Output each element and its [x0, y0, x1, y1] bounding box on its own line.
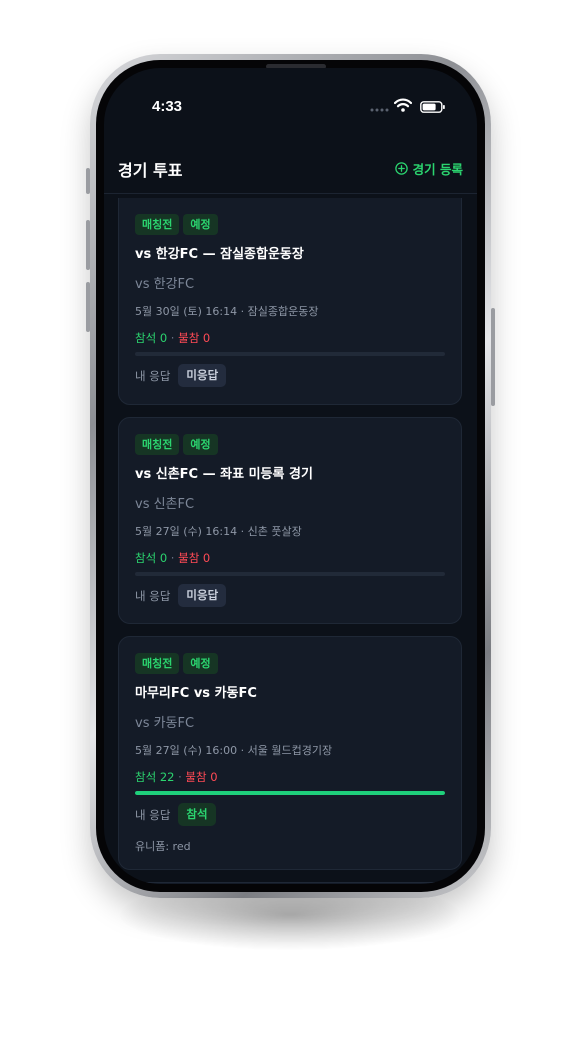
match-card[interactable]: 매칭전 예정 vs 신촌FC — 좌표 미등록 경기 vs 신촌FC 5월 27…: [118, 417, 462, 624]
app-screen: 4:33 경기 투표 경기 등록 매칭전 예정 vs 한강FC — 잠실종합운동…: [104, 68, 477, 884]
status-bar: 4:33: [104, 68, 477, 138]
attendance-progress: [135, 572, 445, 576]
attendance-progress: [135, 352, 445, 356]
vote-counts: 참석 0 · 불참 0: [135, 331, 211, 345]
cellular-signal-icon: [370, 108, 389, 112]
match-type-badge: 매칭전: [135, 214, 180, 235]
badge-row: 매칭전 예정: [135, 653, 445, 674]
absent-count: 불참 0: [185, 770, 218, 784]
volume-up-button: [86, 220, 90, 270]
battery-icon: [420, 101, 445, 113]
app-header: 경기 투표 경기 등록: [104, 138, 477, 194]
attend-count: 참석 0: [135, 551, 168, 565]
match-title: 마무리FC vs 카동FC: [135, 686, 257, 701]
match-opponent: vs 한강FC: [135, 277, 195, 292]
match-title: vs 한강FC — 잠실종합운동장: [135, 247, 304, 262]
wifi-icon: [394, 98, 412, 112]
my-response-row: 내 응답 참석: [135, 803, 445, 826]
match-opponent: vs 신촌FC: [135, 497, 195, 512]
my-response-label: 내 응답: [135, 368, 171, 383]
my-response-label: 내 응답: [135, 807, 171, 822]
match-card-partial[interactable]: [118, 882, 462, 884]
vote-counts: 참석 0 · 불참 0: [135, 551, 211, 565]
absent-count: 불참 0: [178, 551, 211, 565]
my-response-row: 내 응답 미응답: [135, 364, 445, 387]
status-time: 4:33: [152, 98, 183, 115]
match-datetime-venue: 5월 27일 (수) 16:14 · 신촌 풋살장: [135, 525, 302, 538]
absent-count: 불참 0: [178, 331, 211, 345]
phone-bezel: 4:33 경기 투표 경기 등록 매칭전 예정 vs 한강FC — 잠실종합운동…: [96, 60, 485, 892]
match-type-badge: 매칭전: [135, 434, 180, 455]
vote-counts: 참석 22 · 불참 0: [135, 770, 218, 784]
attendance-progress: [135, 791, 445, 795]
attend-count: 참석 22: [135, 770, 175, 784]
my-response-chip[interactable]: 미응답: [178, 584, 227, 607]
match-datetime-venue: 5월 30일 (토) 16:14 · 잠실종합운동장: [135, 305, 319, 318]
badge-row: 매칭전 예정: [135, 214, 445, 235]
match-list: 매칭전 예정 vs 한강FC — 잠실종합운동장 vs 한강FC 5월 30일 …: [118, 198, 462, 884]
match-status-badge: 예정: [183, 434, 218, 455]
volume-down-button: [86, 282, 90, 332]
attendance-progress-fill: [135, 791, 445, 795]
match-title: vs 신촌FC — 좌표 미등록 경기: [135, 467, 313, 482]
match-datetime-venue: 5월 27일 (수) 16:00 · 서울 월드컵경기장: [135, 744, 333, 757]
register-match-label: 경기 등록: [412, 162, 463, 177]
register-match-button[interactable]: 경기 등록: [394, 159, 463, 178]
badge-row: 매칭전 예정: [135, 434, 445, 455]
mute-switch: [86, 168, 90, 194]
uniform-info: 유니폼: red: [135, 840, 191, 853]
my-response-chip[interactable]: 미응답: [178, 364, 227, 387]
my-response-label: 내 응답: [135, 588, 171, 603]
plus-circle-icon: [394, 162, 408, 175]
match-card[interactable]: 매칭전 예정 vs 한강FC — 잠실종합운동장 vs 한강FC 5월 30일 …: [118, 198, 462, 405]
match-status-badge: 예정: [183, 214, 218, 235]
my-response-chip[interactable]: 참석: [178, 803, 216, 826]
my-response-row: 내 응답 미응답: [135, 584, 445, 607]
match-status-badge: 예정: [183, 653, 218, 674]
page-title: 경기 투표: [118, 161, 183, 180]
phone-frame: 4:33 경기 투표 경기 등록 매칭전 예정 vs 한강FC — 잠실종합운동…: [86, 54, 495, 898]
match-opponent: vs 카동FC: [135, 716, 195, 731]
attend-count: 참석 0: [135, 331, 168, 345]
match-card[interactable]: 매칭전 예정 마무리FC vs 카동FC vs 카동FC 5월 27일 (수) …: [118, 636, 462, 870]
power-button: [491, 308, 495, 406]
match-type-badge: 매칭전: [135, 653, 180, 674]
